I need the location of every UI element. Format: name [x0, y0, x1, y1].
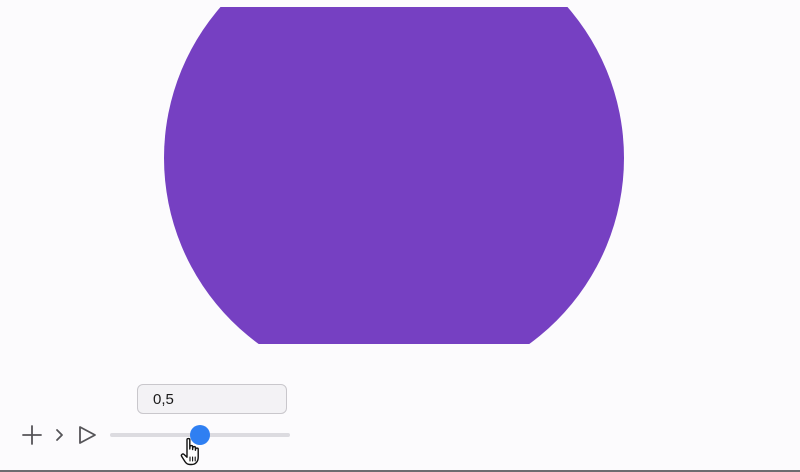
play-button[interactable] — [76, 423, 100, 447]
chevron-right-icon — [49, 423, 73, 447]
step-button[interactable] — [49, 423, 73, 447]
add-button[interactable] — [20, 423, 44, 447]
drawing-canvas — [0, 0, 800, 360]
play-icon — [76, 423, 100, 447]
value-field[interactable] — [137, 384, 287, 414]
purple-shape — [164, 7, 624, 344]
plus-icon — [20, 423, 44, 447]
slider-thumb[interactable] — [190, 425, 210, 445]
clipped-circle — [164, 7, 624, 344]
value-slider[interactable] — [110, 425, 290, 445]
